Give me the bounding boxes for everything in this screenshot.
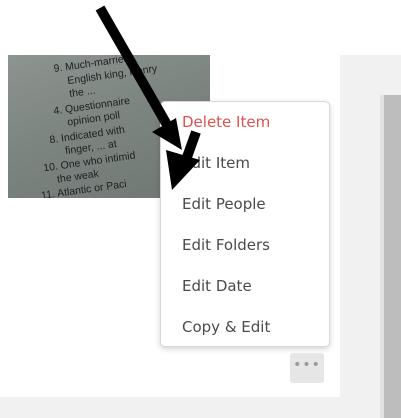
photo-line: the ... bbox=[68, 84, 96, 100]
menu-item-edit-item[interactable]: Edit Item bbox=[161, 143, 329, 184]
more-options-button[interactable]: ••• bbox=[290, 353, 324, 383]
more-horizontal-icon: ••• bbox=[293, 357, 321, 373]
context-menu: Delete Item Edit Item Edit People Edit F… bbox=[160, 101, 330, 347]
menu-item-edit-folders[interactable]: Edit Folders bbox=[161, 225, 329, 266]
menu-item-delete-item[interactable]: Delete Item bbox=[161, 102, 329, 143]
menu-item-edit-people[interactable]: Edit People bbox=[161, 184, 329, 225]
menu-item-copy-edit[interactable]: Copy & Edit bbox=[161, 307, 329, 348]
scrollbar[interactable] bbox=[384, 95, 401, 418]
menu-item-edit-date[interactable]: Edit Date bbox=[161, 266, 329, 307]
app-screen: 9. Much-married English king, Henry the … bbox=[0, 0, 401, 418]
